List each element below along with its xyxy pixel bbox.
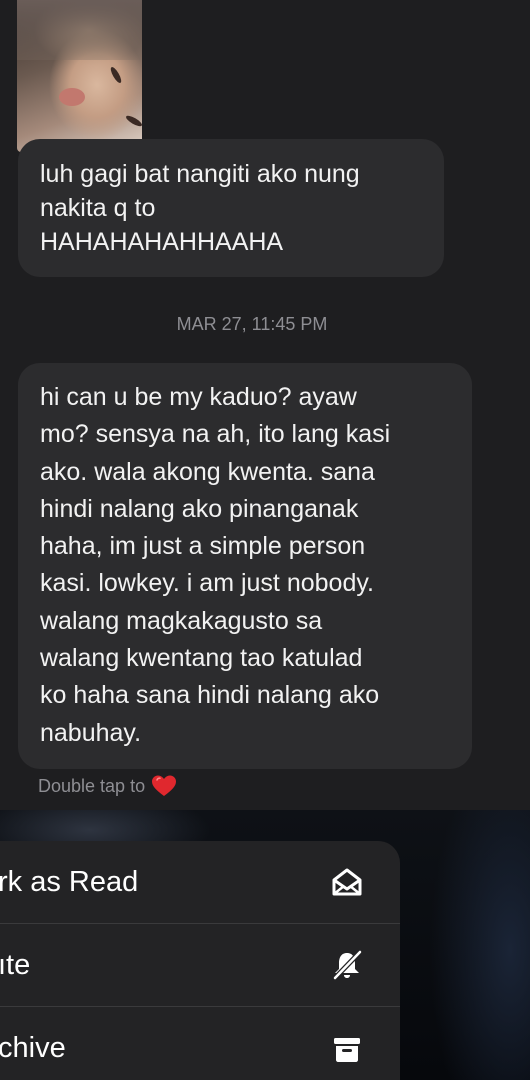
archive-box-icon: [334, 1037, 360, 1062]
bell-slash-icon: [333, 950, 362, 980]
message-text: luh gagi bat nangiti ako nung: [40, 160, 360, 188]
chat-thread: luh gagi bat nangiti ako nung nakita q t…: [0, 0, 530, 810]
message-bubble[interactable]: hi can u be my kaduo? ayaw mo? sensya na…: [18, 363, 472, 769]
context-menu: rk as Read ıte chive: [0, 841, 400, 1080]
message-text: HAHAHAHAHHAAHA: [40, 228, 284, 256]
message-text: ako. wala akong kwenta. sana: [40, 457, 375, 486]
heart-icon: [152, 775, 177, 796]
archive-item[interactable]: chive: [0, 1007, 400, 1080]
double-tap-hint: Double tap to: [38, 774, 177, 798]
message-text: hi can u be my kaduo? ayaw: [40, 383, 357, 411]
shared-photo[interactable]: [17, 0, 142, 152]
menu-item-label: chive: [0, 1032, 66, 1064]
message-text: kasi. lowkey. i am just nobody.: [40, 569, 374, 598]
mute-item[interactable]: ıte: [0, 924, 400, 1007]
envelope-open-icon: [332, 868, 362, 896]
message-text: walang kwentang tao katulad: [40, 644, 363, 673]
message-bubble[interactable]: luh gagi bat nangiti ako nung nakita q t…: [18, 139, 444, 277]
message-text: walang magkakagusto sa: [40, 606, 323, 635]
message-timestamp: MAR 27, 11:45 PM: [176, 314, 328, 334]
message-text: ko haha sana hindi nalang ako: [40, 681, 380, 710]
menu-item-label: ıte: [0, 948, 31, 981]
mark-as-read-item[interactable]: rk as Read: [0, 841, 400, 924]
message-text: mo? sensya na ah, ito lang kasi: [40, 420, 391, 449]
message-text: nakita q to: [40, 194, 156, 222]
message-text: hindi nalang ako pinanganak: [40, 494, 359, 523]
double-tap-label: Double tap to: [38, 775, 146, 796]
menu-item-label: rk as Read: [0, 865, 139, 898]
message-text: nabuhay.: [40, 718, 142, 747]
message-text: haha, im just a simple person: [40, 532, 366, 561]
